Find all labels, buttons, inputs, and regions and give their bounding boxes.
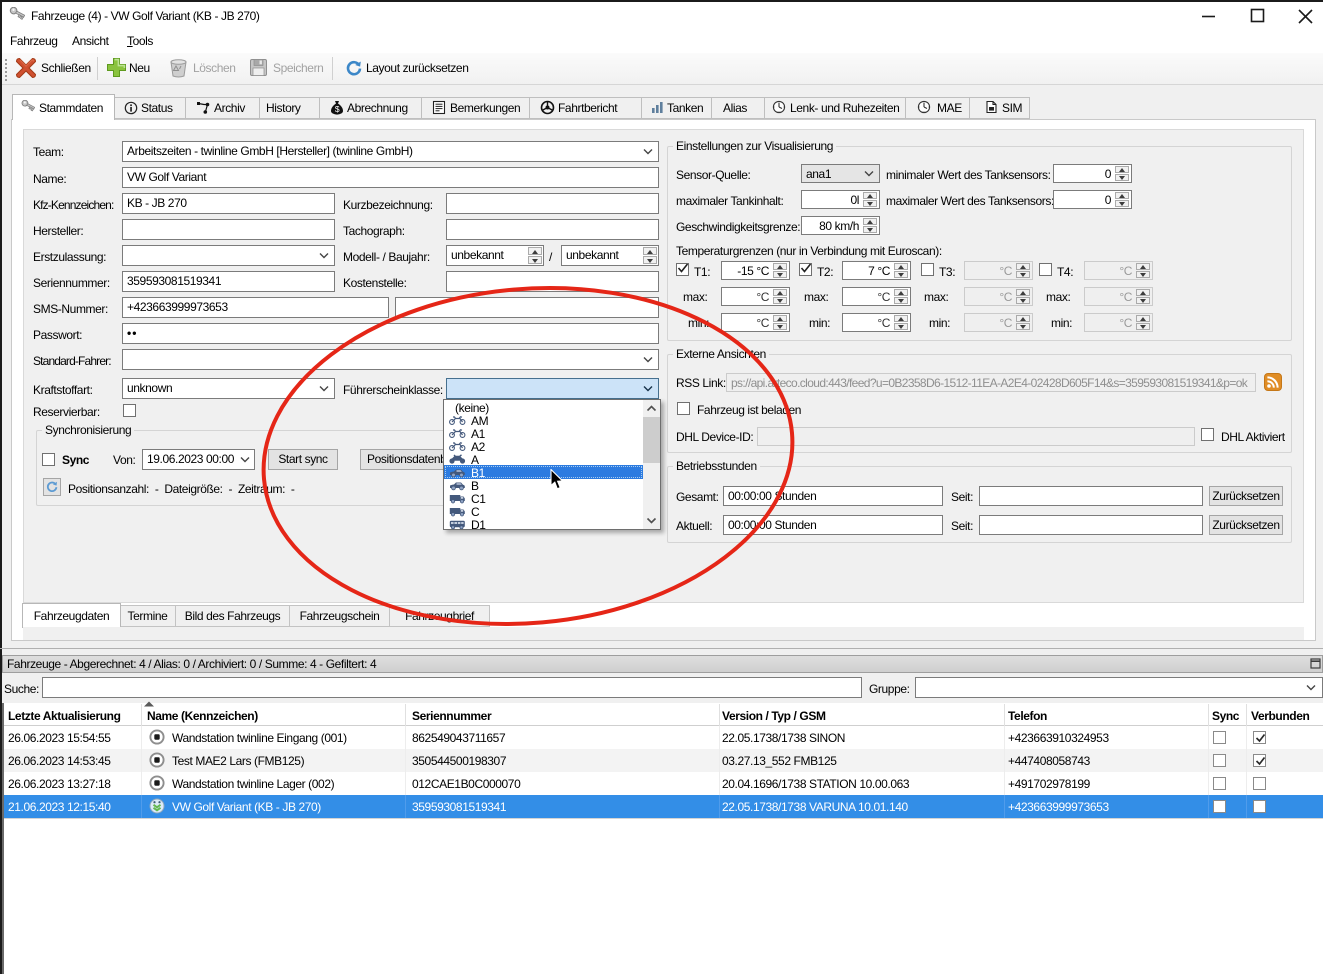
svg-text:$: $ (335, 104, 340, 114)
